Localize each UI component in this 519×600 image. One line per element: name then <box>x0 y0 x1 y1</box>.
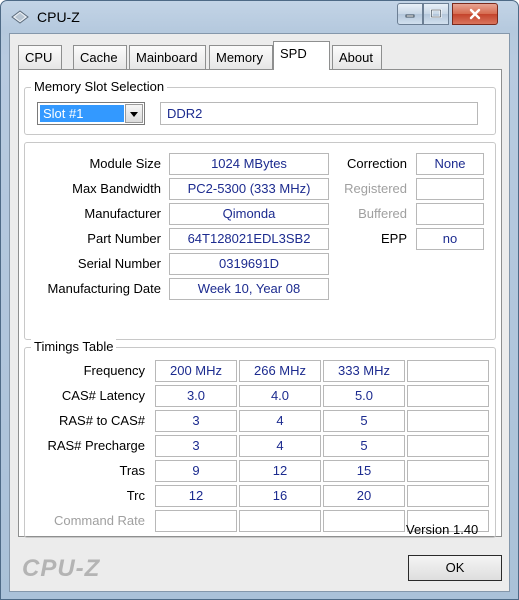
memory-type-field: DDR2 <box>160 102 478 125</box>
minimize-icon <box>405 14 415 18</box>
timing-cell: 16 <box>239 485 321 507</box>
tab-about[interactable]: About <box>332 45 382 69</box>
timing-cell: 20 <box>323 485 405 507</box>
manufacturer-value: Qimonda <box>169 203 329 225</box>
slot-select[interactable]: Slot #1 <box>37 102 145 125</box>
max-bandwidth-value: PC2-5300 (333 MHz) <box>169 178 329 200</box>
buffered-label: Buffered <box>358 206 407 221</box>
part-number-label: Part Number <box>87 231 161 246</box>
buffered-value <box>416 203 484 225</box>
serial-number-label: Serial Number <box>77 256 161 271</box>
tab-cpu[interactable]: CPU <box>18 45 62 69</box>
module-info-group: Module Size 1024 MBytes Max Bandwidth PC… <box>24 142 496 340</box>
timing-cell: 333 MHz <box>323 360 405 382</box>
registered-label: Registered <box>344 181 407 196</box>
tab-about-label: About <box>339 50 373 65</box>
tab-mainboard-label: Mainboard <box>136 50 198 65</box>
timing-cell: 3 <box>155 435 237 457</box>
epp-value: no <box>416 228 484 250</box>
timing-cell: 266 MHz <box>239 360 321 382</box>
minimize-button[interactable] <box>397 3 423 25</box>
tab-cpu-label: CPU <box>25 50 53 65</box>
title-bar[interactable]: CPU-Z <box>1 1 518 33</box>
tab-memory[interactable]: Memory <box>209 45 273 69</box>
close-icon <box>469 8 481 20</box>
serial-number-value: 0319691D <box>169 253 329 275</box>
chevron-down-icon[interactable] <box>125 104 143 123</box>
version-text: Version 1.40 <box>406 522 479 537</box>
timings-table-legend: Timings Table <box>31 339 117 354</box>
max-bandwidth-label: Max Bandwidth <box>72 181 161 196</box>
client-area: CPU Cache Mainboard Memory SPD About Mem… <box>9 33 510 592</box>
tab-spd-label: SPD <box>280 46 307 61</box>
timing-cell <box>407 360 489 382</box>
manufacturing-date-value: Week 10, Year 08 <box>169 278 329 300</box>
maximize-button[interactable] <box>423 3 449 25</box>
timing-cell: 5 <box>323 435 405 457</box>
memory-slot-selection-legend: Memory Slot Selection <box>31 79 168 94</box>
window-title: CPU-Z <box>37 9 80 25</box>
timing-row-label: RAS# to CAS# <box>59 413 145 428</box>
maximize-icon <box>430 9 442 18</box>
timing-cell: 12 <box>239 460 321 482</box>
tab-memory-label: Memory <box>216 50 263 65</box>
timing-row-label: Trc <box>126 488 145 503</box>
slot-select-value: Slot #1 <box>40 105 124 122</box>
tab-mainboard[interactable]: Mainboard <box>129 45 206 69</box>
timing-row-label: Tras <box>119 463 145 478</box>
timing-cell: 5 <box>323 410 405 432</box>
timing-cell: 4 <box>239 435 321 457</box>
timing-cell: 200 MHz <box>155 360 237 382</box>
timing-cell <box>407 410 489 432</box>
tab-spd[interactable]: SPD <box>273 41 330 70</box>
timing-cell <box>407 460 489 482</box>
timing-cell <box>323 510 405 532</box>
epp-label: EPP <box>380 231 407 246</box>
spd-tab-page: Memory Slot Selection Slot #1 DDR2 Modul… <box>18 69 502 538</box>
ok-button[interactable]: OK <box>408 555 502 581</box>
timing-row-label: Frequency <box>83 363 145 378</box>
cpuz-logo: CPU-Z <box>22 555 101 582</box>
timing-cell: 15 <box>323 460 405 482</box>
manufacturer-label: Manufacturer <box>84 206 161 221</box>
timing-cell <box>155 510 237 532</box>
tab-cache[interactable]: Cache <box>73 45 127 69</box>
cpuz-diamond-icon <box>11 10 29 24</box>
module-size-value: 1024 MBytes <box>169 153 329 175</box>
part-number-value: 64T128021EDL3SB2 <box>169 228 329 250</box>
timing-row-label: RAS# Precharge <box>47 438 145 453</box>
timing-cell: 4 <box>239 410 321 432</box>
manufacturing-date-label: Manufacturing Date <box>47 281 161 296</box>
timing-cell <box>407 385 489 407</box>
tab-cache-label: Cache <box>80 50 118 65</box>
memory-slot-selection-group: Memory Slot Selection Slot #1 DDR2 <box>24 79 496 135</box>
timing-cell <box>407 435 489 457</box>
timings-table-group: Timings Table Frequency 200 MHz 266 MHz 333… <box>24 339 496 538</box>
timing-cell: 4.0 <box>239 385 321 407</box>
registered-value <box>416 178 484 200</box>
correction-label: Correction <box>347 156 407 171</box>
cpuz-window: CPU-Z CPU Cache Mainboard Memory SPD Abo… <box>0 0 519 600</box>
timing-row-label: CAS# Latency <box>61 388 145 403</box>
module-size-label: Module Size <box>89 156 161 171</box>
close-button[interactable] <box>452 3 498 25</box>
ok-button-label: OK <box>445 560 465 575</box>
timing-cell <box>239 510 321 532</box>
timing-row-label: Command Rate <box>53 513 145 528</box>
timing-cell: 3.0 <box>155 385 237 407</box>
timing-cell: 5.0 <box>323 385 405 407</box>
timing-cell: 12 <box>155 485 237 507</box>
timing-cell: 3 <box>155 410 237 432</box>
timing-cell: 9 <box>155 460 237 482</box>
timing-cell <box>407 485 489 507</box>
correction-value: None <box>416 153 484 175</box>
